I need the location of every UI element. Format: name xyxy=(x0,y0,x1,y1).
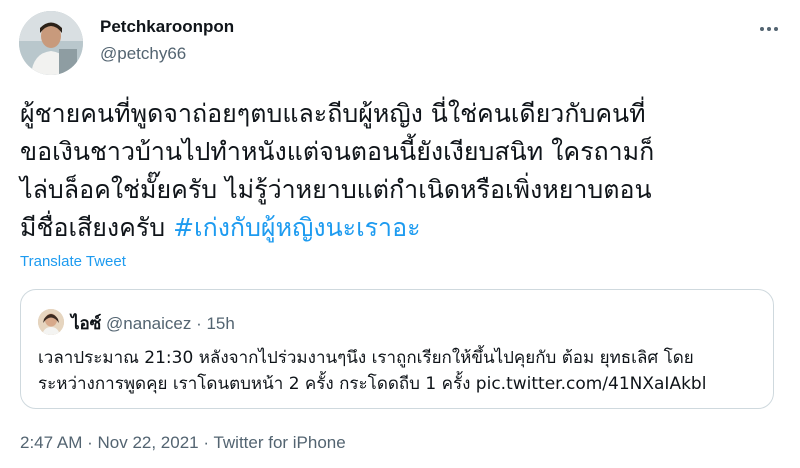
quoted-author-handle[interactable]: @nanaicez xyxy=(106,314,191,333)
tweet-line: ไล่บล็อคใช่มั๊ยครับ ไม่รู้ว่าหยาบแต่กำเน… xyxy=(20,175,652,204)
tweet-line-last: มีชื่อเสียงครับ #เก่งกับผู้หญิงนะเราอะ xyxy=(20,209,790,247)
quoted-author-name[interactable]: ไอซ์ xyxy=(71,314,101,334)
author-avatar[interactable] xyxy=(19,11,83,75)
tweet-line: ขอเงินชาวบ้านไปทำหนังแต่จนตอนนี้ยังเงียบ… xyxy=(20,137,655,166)
quoted-tweet-line: เวลาประมาณ 21:30 หลังจากไปร่วมงานๆนึง เร… xyxy=(38,348,694,368)
avatar-photo xyxy=(38,309,64,335)
more-options-button[interactable] xyxy=(754,18,784,40)
quoted-tweet-card[interactable]: ไอซ์ @nanaicez · 15h เวลาประมาณ 21:30 หล… xyxy=(20,289,774,409)
quoted-tweet-header: ไอซ์ @nanaicez · 15h xyxy=(71,310,235,337)
tweet-time[interactable]: 2:47 AM xyxy=(20,433,82,452)
tweet-date[interactable]: Nov 22, 2021 xyxy=(97,433,198,452)
quoted-tweet-line: ระหว่างการพูดคุย เราโดนตบหน้า 2 ครั้ง กร… xyxy=(38,374,707,394)
author-handle[interactable]: @petchy66 xyxy=(100,44,186,64)
separator-dot: · xyxy=(198,433,214,452)
tweet-source[interactable]: Twitter for iPhone xyxy=(213,433,345,452)
quoted-author-avatar[interactable] xyxy=(38,309,64,335)
tweet-text: ผู้ชายคนที่พูดจาถ่อยๆตบและถีบผู้หญิง นี่… xyxy=(20,95,790,247)
separator-dot: · xyxy=(82,433,98,452)
avatar-photo xyxy=(19,11,83,75)
tweet-line: ผู้ชายคนที่พูดจาถ่อยๆตบและถีบผู้หญิง นี่… xyxy=(20,99,646,128)
quoted-tweet-time[interactable]: 15h xyxy=(206,314,234,333)
tweet-footer: 2:47 AM · Nov 22, 2021 · Twitter for iPh… xyxy=(20,433,346,453)
translate-tweet-link[interactable]: Translate Tweet xyxy=(20,253,126,270)
separator-dot: · xyxy=(191,314,207,333)
hashtag-link[interactable]: #เก่งกับผู้หญิงนะเราอะ xyxy=(173,213,420,242)
ellipsis-icon xyxy=(760,27,764,31)
tweet-line-text: มีชื่อเสียงครับ xyxy=(20,213,174,242)
quoted-tweet-text: เวลาประมาณ 21:30 หลังจากไปร่วมงานๆนึง เร… xyxy=(38,345,768,397)
author-display-name[interactable]: Petchkaroonpon xyxy=(100,17,234,37)
